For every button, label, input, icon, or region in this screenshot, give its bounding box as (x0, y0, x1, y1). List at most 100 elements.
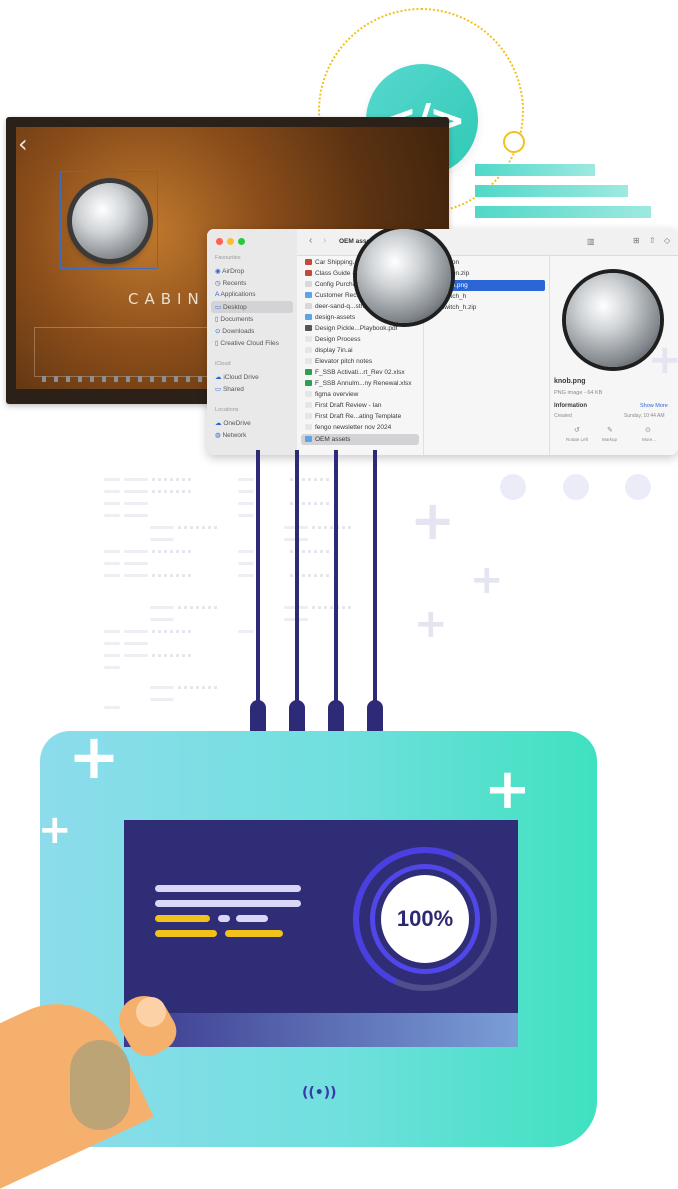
wireframe-line (238, 502, 254, 505)
wireframe-line (178, 606, 220, 609)
zoom-button[interactable] (238, 238, 245, 245)
wireframe-line (150, 606, 174, 609)
list-item[interactable]: fengo newsletter nov 2024 (305, 424, 391, 431)
view-columns-icon[interactable]: ▥ (587, 237, 595, 246)
close-button[interactable] (216, 238, 223, 245)
preview-info-label: Information (554, 403, 587, 409)
chevron-left-icon[interactable]: ‹ (18, 130, 28, 158)
teal-bar (475, 164, 595, 176)
finder-toolbar: ‹ › OEM assets ▥ ⊞ ⇧ ◇ ⊙ ⌕ (297, 229, 678, 256)
wireframe-line (124, 642, 148, 645)
screen-text-line (155, 885, 301, 892)
connector-plug (367, 700, 383, 734)
wireframe-line (178, 686, 220, 689)
wireframe-line (124, 490, 148, 493)
rotate-left-icon[interactable]: ↺ (574, 426, 580, 434)
wireframe-line (150, 698, 174, 701)
wireframe-line (124, 502, 148, 505)
wireframe-line (124, 654, 148, 657)
sidebar-item-creative-cloud[interactable]: ▯ Creative Cloud Files (215, 339, 279, 347)
wireframe-line (104, 666, 120, 669)
teal-bar (475, 185, 628, 197)
list-item[interactable]: figma overview (305, 391, 358, 398)
wireframe-line (238, 630, 254, 633)
forward-icon[interactable]: › (323, 235, 326, 246)
wireframe-line (104, 502, 120, 505)
sidebar-item-downloads[interactable]: ⊙ Downloads (215, 327, 254, 335)
nfc-signal-icon: ((•)) (302, 1085, 337, 1101)
wireframe-line (104, 478, 120, 481)
minimize-button[interactable] (227, 238, 234, 245)
wireframe-line (104, 654, 120, 657)
sidebar-item-shared[interactable]: ▭ Shared (215, 385, 244, 393)
list-item[interactable]: First Draft Review - Ian (305, 402, 381, 409)
share-icon[interactable]: ⇧ (649, 236, 656, 245)
sidebar-item-icloud-drive[interactable]: ☁ iCloud Drive (215, 373, 259, 381)
list-item[interactable]: First Draft Re...ating Template (305, 413, 401, 420)
brand-label: CABIN (128, 290, 205, 308)
preview-knob-image (566, 273, 660, 367)
plus-decoration: + (414, 601, 448, 647)
grid-view-icon[interactable]: ⊞ (633, 236, 640, 245)
rotate-left-label: Rotate Left (566, 437, 589, 442)
more-options-icon[interactable]: ⊙ (645, 426, 651, 434)
list-item[interactable]: Elevator pitch notes (305, 358, 372, 365)
wireframe-line (238, 490, 254, 493)
list-item[interactable]: Design Process (305, 336, 361, 343)
wireframe-line (104, 706, 120, 709)
plus-decoration: + (68, 720, 120, 793)
wireframe-line (104, 562, 120, 565)
sidebar-item-network[interactable]: ◍ Network (215, 431, 246, 439)
preview-placeholder (357, 229, 451, 323)
sidebar-item-recents[interactable]: ◷ Recents (215, 279, 246, 287)
sidebar-item-desktop[interactable]: ▭ Desktop (211, 301, 293, 313)
sidebar-item-documents[interactable]: ▯ Documents (215, 315, 253, 323)
back-icon[interactable]: ‹ (309, 235, 312, 246)
wireframe-line (104, 630, 120, 633)
thumb-nail (136, 997, 166, 1027)
list-item[interactable]: Design Pickle...Playbook.pdf (305, 325, 397, 332)
wireframe-line (104, 642, 120, 645)
connector-wire (256, 450, 260, 712)
list-item[interactable]: F_SSB Annulm...ny Renewal.xlsx (305, 380, 411, 387)
list-item[interactable]: F_SSB Activati...rt_Rev 02.xlsx (305, 369, 405, 376)
list-item[interactable]: design-assets (305, 314, 355, 321)
wireframe-line (104, 490, 120, 493)
wireframe-line (152, 490, 194, 493)
wireframe-line (104, 550, 120, 553)
tag-icon[interactable]: ◇ (664, 236, 670, 245)
finder-sidebar: Favourites ◉ AirDrop ◷ Recents A Applica… (207, 229, 297, 455)
wireframe-line (312, 526, 354, 529)
connector-plug (328, 700, 344, 734)
more-label: More... (642, 437, 657, 442)
wireframe-line (124, 574, 148, 577)
wireframe-line (238, 562, 254, 565)
connector-wire (373, 450, 377, 712)
wireframe-line (152, 550, 194, 553)
show-more-link[interactable]: Show More (640, 403, 668, 409)
preview-meta: PNG image - 64 KB (554, 390, 603, 396)
wireframe-line (104, 574, 120, 577)
connector-wire (334, 450, 338, 712)
markup-label: Markup (602, 437, 618, 442)
sidebar-item-airdrop[interactable]: ◉ AirDrop (215, 267, 244, 275)
hand-shadow (70, 1040, 130, 1130)
plus-decoration: + (648, 337, 678, 383)
circle-decoration (625, 474, 651, 500)
list-item-selected[interactable]: OEM assets (301, 434, 419, 445)
wireframe-line (152, 478, 194, 481)
screen-text-line (155, 930, 217, 937)
wireframe-line (124, 550, 148, 553)
sidebar-item-onedrive[interactable]: ☁ OneDrive (215, 419, 251, 427)
teal-bar (475, 206, 651, 218)
list-item[interactable]: display 7in.ai (305, 347, 353, 354)
yellow-ring-decoration (503, 131, 525, 153)
screen-text-line (225, 930, 283, 937)
plus-decoration: + (484, 757, 531, 822)
wireframe-line (238, 574, 254, 577)
sidebar-item-applications[interactable]: A Applications (215, 291, 256, 298)
screen-text-line (218, 915, 230, 922)
wireframe-line (152, 654, 194, 657)
markup-icon[interactable]: ✎ (607, 426, 613, 434)
created-label: Created (554, 413, 572, 419)
